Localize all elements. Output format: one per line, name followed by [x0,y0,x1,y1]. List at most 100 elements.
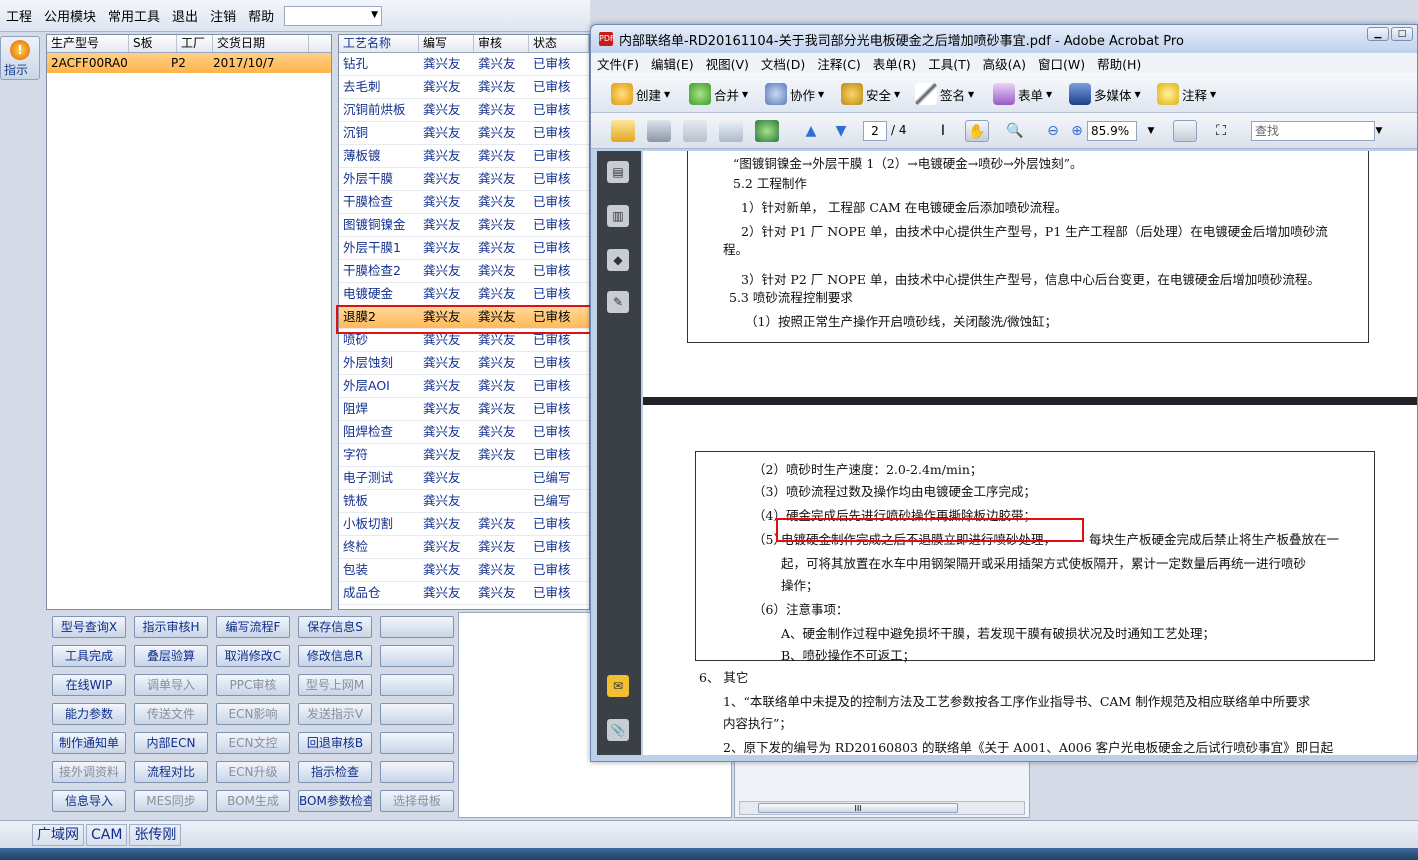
col-header-status[interactable]: 状态 [529,35,589,52]
acrobat-menu-item[interactable]: 工具(T) [922,54,976,73]
col-header-process[interactable]: 工艺名称 [339,35,419,52]
action-button[interactable]: MES同步 [134,790,208,812]
menu-engineering[interactable]: 工程 [0,6,38,25]
action-button[interactable] [380,674,454,696]
action-button[interactable]: 在线WIP [52,674,126,696]
share-icon[interactable] [755,120,779,142]
table-row[interactable]: 干膜检查 龚兴友 龚兴友 已审核 [339,191,589,214]
table-row[interactable]: 电子测试 龚兴友 已编写 [339,467,589,490]
action-button[interactable]: 指示检查 [298,761,372,783]
action-button[interactable]: 内部ECN [134,732,208,754]
action-button[interactable]: 流程对比 [134,761,208,783]
action-button[interactable]: 型号查询X [52,616,126,638]
multimedia-button[interactable]: 多媒体 ▼ [1069,83,1141,105]
document-view[interactable]: “图镀铜镍金→外层干膜 1（2）→电镀硬金→喷砂→外层蚀刻”。 5.2 工程制作 1… [643,151,1417,755]
maximize-icon[interactable]: □ [1391,27,1413,41]
table-row[interactable]: 外层干膜1 龚兴友 龚兴友 已审核 [339,237,589,260]
scrollbar-thumb[interactable]: III [758,803,958,813]
merge-button[interactable]: 合并 ▼ [689,83,748,105]
acrobat-menu-item[interactable]: 帮助(H) [1091,54,1147,73]
table-row[interactable]: 2ACFF00RA0 P2 2017/10/7 [47,53,331,73]
email-icon[interactable] [719,120,743,142]
menu-common-tools[interactable]: 常用工具 [102,6,166,25]
acrobat-menu-item[interactable]: 文件(F) [591,54,645,73]
acrobat-menu-item[interactable]: 文档(D) [755,54,811,73]
menu-logout[interactable]: 注销 [204,6,242,25]
action-button[interactable]: 型号上网M [298,674,372,696]
layers-icon[interactable]: ◆ [607,249,629,271]
table-row[interactable]: 沉铜 龚兴友 龚兴友 已审核 [339,122,589,145]
menu-exit[interactable]: 退出 [166,6,204,25]
acrobat-menu-item[interactable]: 窗口(W) [1032,54,1091,73]
acrobat-menu-item[interactable]: 视图(V) [700,54,755,73]
table-row[interactable]: 去毛刺 龚兴友 龚兴友 已审核 [339,76,589,99]
forms-button[interactable]: 表单 ▼ [993,83,1052,105]
menu-combo[interactable]: ▼ [284,5,383,26]
page-number-input[interactable]: 2 [863,121,887,141]
zoom-out-icon[interactable]: ⊖ [1041,120,1065,142]
bookmarks-icon[interactable]: ▥ [607,205,629,227]
acrobat-menu-item[interactable]: 表单(R) [867,54,922,73]
chevron-down-icon[interactable]: ▼ [1139,120,1163,142]
zoom-in-icon[interactable]: ⊕ [1065,120,1089,142]
arrow-up-icon[interactable]: ▲ [799,120,823,142]
table-row[interactable]: 包装 龚兴友 龚兴友 已审核 [339,559,589,582]
action-button[interactable]: 指示审核H [134,616,208,638]
table-row[interactable]: 终检 龚兴友 龚兴友 已审核 [339,536,589,559]
table-row[interactable]: 字符 龚兴友 龚兴友 已审核 [339,444,589,467]
action-button[interactable] [380,761,454,783]
action-button[interactable]: 接外调资料 [52,761,126,783]
action-button[interactable]: 发送指示V [298,703,372,725]
collaborate-button[interactable]: 协作 ▼ [765,83,824,105]
comment-button[interactable]: 注释 ▼ [1157,83,1216,105]
action-button[interactable] [380,732,454,754]
table-row[interactable]: 成品仓 龚兴友 龚兴友 已审核 [339,582,589,605]
fullscreen-icon[interactable]: ⛶ [1209,120,1233,142]
horizontal-scrollbar[interactable]: III [739,801,1025,815]
table-row[interactable]: 外层AOI 龚兴友 龚兴友 已审核 [339,375,589,398]
action-button[interactable]: 工具完成 [52,645,126,667]
action-button[interactable]: 叠层验算 [134,645,208,667]
action-button[interactable]: 取消修改C [216,645,290,667]
action-button[interactable]: 能力参数 [52,703,126,725]
action-button[interactable]: BOM生成 [216,790,290,812]
table-row[interactable]: 外层干膜 龚兴友 龚兴友 已审核 [339,168,589,191]
fit-page-icon[interactable] [1173,120,1197,142]
action-button[interactable]: 制作通知单 [52,732,126,754]
action-button[interactable]: ECN文控 [216,732,290,754]
table-row[interactable]: 干膜检查2 龚兴友 龚兴友 已审核 [339,260,589,283]
comments-icon[interactable]: ✉ [607,675,629,697]
table-row[interactable]: 沉铜前烘板 龚兴友 龚兴友 已审核 [339,99,589,122]
action-button[interactable]: ECN升级 [216,761,290,783]
text-select-icon[interactable]: I [931,120,955,142]
col-header-reviewer[interactable]: 审核 [474,35,529,52]
col-header-model[interactable]: 生产型号 [47,35,129,52]
minimize-icon[interactable]: ▁ [1367,27,1389,41]
table-row[interactable]: 图镀铜镍金 龚兴友 龚兴友 已审核 [339,214,589,237]
save-icon[interactable] [683,120,707,142]
guide-button[interactable]: ! 指示 [0,36,40,80]
zoom-tool-icon[interactable]: 🔍 [1003,120,1027,142]
action-button[interactable]: PPC审核 [216,674,290,696]
action-button[interactable] [380,703,454,725]
table-row[interactable]: 阻焊检查 龚兴友 龚兴友 已审核 [339,421,589,444]
action-button[interactable]: BOM参数检查 [298,790,372,812]
action-button[interactable]: 调单导入 [134,674,208,696]
col-header-s-board[interactable]: S板 [129,35,177,52]
action-button[interactable]: 回退审核B [298,732,372,754]
hand-icon[interactable]: ✋ [965,120,989,142]
action-button[interactable]: 编写流程F [216,616,290,638]
table-row[interactable]: 外层蚀刻 龚兴友 龚兴友 已审核 [339,352,589,375]
acrobat-menu-item[interactable]: 编辑(E) [645,54,700,73]
arrow-down-icon[interactable]: ▼ [829,120,853,142]
action-button[interactable] [380,645,454,667]
create-button[interactable]: 创建 ▼ [611,83,670,105]
action-button[interactable]: 选择母板 [380,790,454,812]
table-row[interactable]: 小板切割 龚兴友 龚兴友 已审核 [339,513,589,536]
zoom-input[interactable]: 85.9% [1087,121,1137,141]
action-button[interactable]: 保存信息S [298,616,372,638]
folder-icon[interactable] [611,120,635,142]
table-row[interactable]: 电镀硬金 龚兴友 龚兴友 已审核 [339,283,589,306]
table-row[interactable]: 铣板 龚兴友 已编写 [339,490,589,513]
sign-button[interactable]: 签名 ▼ [915,83,974,105]
